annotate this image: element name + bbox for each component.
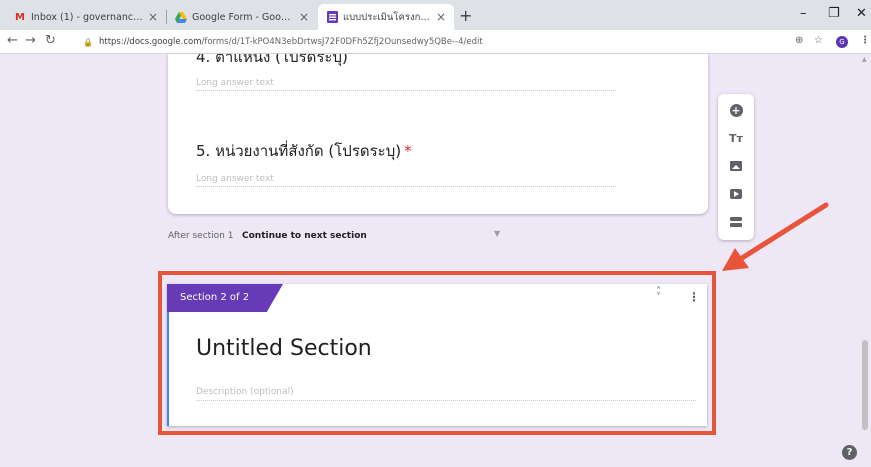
help-icon[interactable]: ? — [842, 445, 857, 460]
scroll-up-icon[interactable]: ▲ — [862, 56, 867, 63]
highlight-box — [158, 271, 716, 435]
scrollbar[interactable] — [862, 340, 868, 430]
